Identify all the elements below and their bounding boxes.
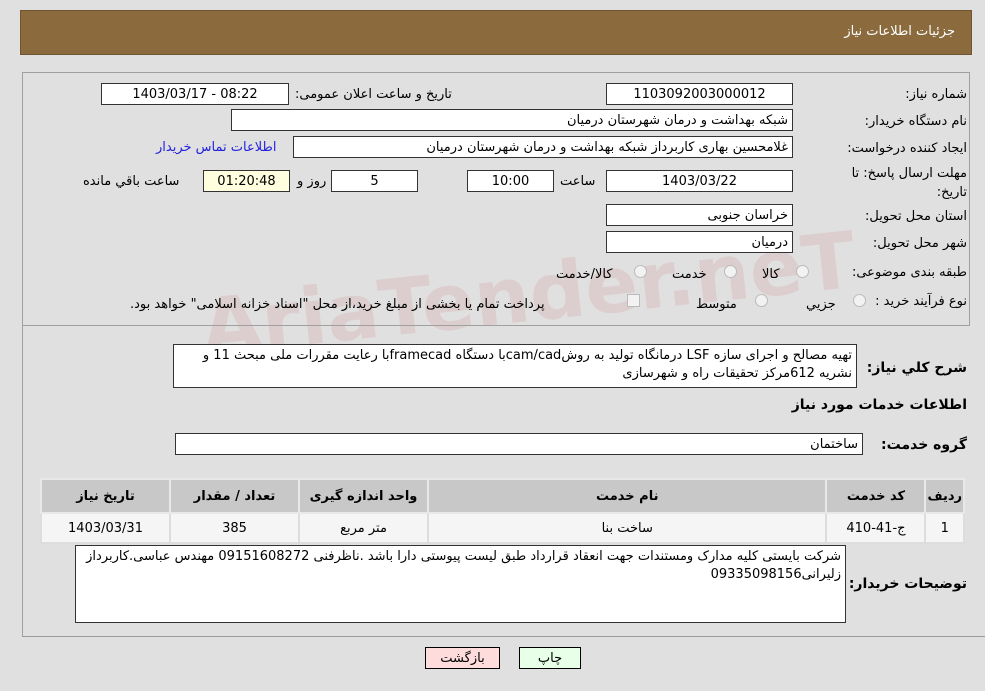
remaining-label: ساعت باقي مانده bbox=[83, 174, 180, 189]
service-group-field: ساختمان bbox=[175, 433, 863, 455]
col-row: ردیف bbox=[924, 478, 965, 514]
col-qty: تعداد / مقدار bbox=[169, 478, 300, 514]
radio-motevaset[interactable] bbox=[755, 294, 768, 307]
col-date: تاریخ نیاز bbox=[40, 478, 171, 514]
buyer-contact-link[interactable]: اطلاعات تماس خریدار bbox=[156, 140, 276, 155]
buyer-notes-textarea[interactable]: شرکت بایستی کلیه مدارک ومستندات جهت انعق… bbox=[75, 545, 846, 623]
creator-label: ایجاد کننده درخواست: bbox=[847, 141, 967, 156]
radio-kala[interactable] bbox=[796, 265, 809, 278]
radio-kala-khedmat[interactable] bbox=[634, 265, 647, 278]
table-header-row: ردیف کد خدمت نام خدمت واحد اندازه گیری ت… bbox=[40, 478, 965, 514]
remaining-time-field: 01:20:48 bbox=[203, 170, 290, 192]
left-border bbox=[22, 72, 23, 636]
page-title: جزئیات اطلاعات نیاز bbox=[844, 24, 955, 39]
city-field: درمیان bbox=[606, 231, 793, 253]
buyer-org-field: شبکه بهداشت و درمان شهرستان درمیان bbox=[231, 109, 793, 131]
deadline-label: مهلت ارسال پاسخ: تا تاریخ: bbox=[851, 166, 967, 200]
cell-date: 1403/03/31 bbox=[40, 512, 171, 544]
col-code: کد خدمت bbox=[825, 478, 927, 514]
table-row: 1 ج-41-410 ساخت بنا متر مربع 385 1403/03… bbox=[40, 512, 965, 544]
description-textarea[interactable]: تهیه مصالح و اجرای سازه LSF درمانگاه تول… bbox=[173, 344, 857, 388]
description-label: شرح کلي نیاز: bbox=[866, 360, 967, 376]
buyer-notes-label: توضیحات خریدار: bbox=[848, 576, 967, 592]
cell-row: 1 bbox=[924, 512, 965, 544]
deadline-date-field: 1403/03/22 bbox=[606, 170, 793, 192]
need-number-field: 1103092003000012 bbox=[606, 83, 793, 105]
category-label: طبقه بندی موضوعی: bbox=[851, 265, 967, 280]
need-number-label: شماره نیاز: bbox=[905, 87, 967, 102]
radio-kala-label: کالا bbox=[762, 267, 780, 282]
cell-name: ساخت بنا bbox=[426, 512, 828, 544]
province-label: استان محل تحویل: bbox=[865, 209, 967, 224]
radio-jozi-label: جزیي bbox=[806, 297, 836, 312]
radio-motevaset-label: متوسط bbox=[696, 297, 737, 312]
col-unit: واحد اندازه گیری bbox=[298, 478, 429, 514]
radio-kala-khedmat-label: کالا/خدمت bbox=[556, 267, 613, 282]
services-section-title: اطلاعات خدمات مورد نیاز bbox=[791, 397, 967, 413]
cell-code: ج-41-410 bbox=[825, 512, 927, 544]
announce-label: تاریخ و ساعت اعلان عمومی: bbox=[295, 87, 452, 102]
province-field: خراسان جنوبی bbox=[606, 204, 793, 226]
page-header: جزئیات اطلاعات نیاز bbox=[20, 10, 972, 55]
treasury-checkbox[interactable] bbox=[627, 294, 640, 307]
service-group-label: گروه خدمت: bbox=[881, 437, 967, 453]
deadline-time-field: 10:00 bbox=[467, 170, 554, 192]
radio-khedmat-label: خدمت bbox=[672, 267, 707, 282]
services-table: ردیف کد خدمت نام خدمت واحد اندازه گیری ت… bbox=[40, 478, 965, 544]
process-note: پرداخت تمام یا بخشی از مبلغ خرید،از محل … bbox=[130, 297, 545, 312]
days-field: 5 bbox=[331, 170, 418, 192]
days-label: روز و bbox=[297, 174, 327, 189]
col-name: نام خدمت bbox=[426, 478, 828, 514]
radio-jozi[interactable] bbox=[853, 294, 866, 307]
print-button[interactable]: چاپ bbox=[519, 647, 581, 669]
back-button[interactable]: بازگشت bbox=[425, 647, 500, 669]
creator-field: غلامحسین بهاری کاربرداز شبکه بهداشت و در… bbox=[293, 136, 793, 158]
cell-unit: متر مربع bbox=[298, 512, 429, 544]
announce-field: 1403/03/17 - 08:22 bbox=[101, 83, 289, 105]
city-label: شهر محل تحویل: bbox=[872, 236, 967, 251]
time-label: ساعت bbox=[560, 174, 596, 189]
divider bbox=[22, 636, 985, 637]
radio-khedmat[interactable] bbox=[724, 265, 737, 278]
cell-qty: 385 bbox=[169, 512, 300, 544]
buyer-org-label: نام دستگاه خریدار: bbox=[864, 114, 967, 129]
process-label: نوع فرآیند خرید : bbox=[875, 294, 967, 309]
